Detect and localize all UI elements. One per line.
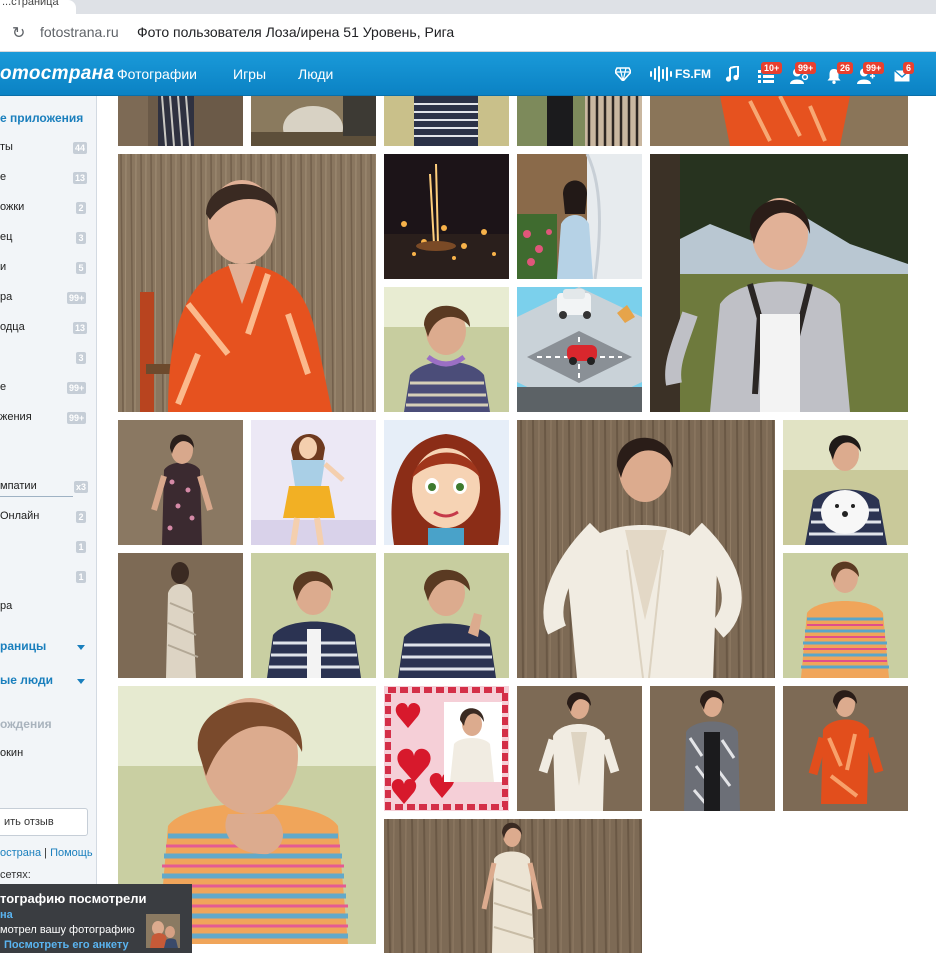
photo-thumbnail[interactable] — [384, 287, 509, 412]
sidebar-count-3: 2 — [76, 202, 86, 214]
music-note-icon[interactable] — [724, 62, 740, 86]
nav-games[interactable]: Игры — [233, 66, 266, 82]
browser-tab-title: ...стрaницa — [2, 0, 59, 8]
sidebar-item-4[interactable]: ец — [0, 231, 12, 243]
photo-thumbnail[interactable] — [384, 553, 509, 678]
photo-thumbnail[interactable] — [650, 96, 908, 146]
sidebar-count-2: 13 — [73, 172, 88, 184]
sidebar-sympathy[interactable]: мпатии — [0, 480, 37, 492]
photo-thumbnail[interactable] — [783, 686, 908, 811]
photo-viewed-toast[interactable]: тографию посмотрели на мотрел вашу фотог… — [0, 884, 192, 953]
photo-thumbnail[interactable] — [650, 686, 775, 811]
sidebar-item-2[interactable]: е — [0, 171, 6, 183]
photo-thumbnail[interactable] — [517, 96, 642, 146]
sidebar-count-7: 13 — [73, 322, 88, 334]
photo-thumbnail[interactable] — [384, 154, 509, 279]
feed-badge: 10+ — [761, 62, 783, 74]
friends-badge: 99+ — [863, 62, 885, 74]
photo-thumbnail[interactable] — [517, 420, 775, 678]
photo-thumbnail[interactable] — [384, 686, 509, 811]
footer-link-fotostrana[interactable]: острана — [0, 847, 41, 859]
sidebar-item-5[interactable]: и — [0, 261, 6, 273]
photo-thumbnail[interactable] — [783, 553, 908, 678]
sidebar-count-4: 3 — [76, 232, 86, 244]
reload-icon[interactable]: ↻ — [12, 23, 25, 43]
nav-photos[interactable]: Фотографии — [117, 66, 197, 82]
footer-separator: | — [44, 847, 48, 859]
sidebar-birthdays: ождения — [0, 717, 52, 731]
photo-thumbnail[interactable] — [384, 420, 509, 545]
guests-badge: 99+ — [795, 62, 817, 74]
photo-thumbnail[interactable] — [517, 686, 642, 811]
sidebar-extra-item[interactable]: ра — [0, 600, 12, 612]
sidebar-item-1[interactable]: ты — [0, 141, 13, 153]
sidebar-item-6[interactable]: ра — [0, 291, 12, 303]
sidebar-count-1: 44 — [73, 142, 88, 154]
browser-tab[interactable]: ...стрaницa — [0, 0, 76, 14]
browser-tab-strip: ...стрaницa — [0, 0, 936, 14]
toast-user-name[interactable]: на — [0, 909, 13, 921]
sidebar-sympathy-underline — [0, 496, 73, 497]
photo-thumbnail[interactable] — [517, 287, 642, 412]
sidebar-item-10[interactable]: жения — [0, 411, 32, 423]
sidebar-count-6: 99+ — [67, 292, 87, 304]
toast-message: мотрел вашу фотографию — [0, 924, 135, 936]
sidebar-count-9: 99+ — [67, 382, 87, 394]
view-profile-link[interactable]: Посмотреть его анкету — [4, 939, 129, 951]
sidebar-sympathy-count: x3 — [74, 481, 89, 493]
photo-thumbnail[interactable] — [118, 154, 376, 412]
photo-thumbnail[interactable] — [650, 154, 908, 412]
photo-thumbnail[interactable] — [251, 420, 376, 545]
notifications-badge: 26 — [837, 62, 854, 74]
site-logo[interactable]: ото­страна — [0, 63, 114, 85]
sidebar-count-10: 99+ — [67, 412, 87, 424]
fsfm-label[interactable]: FS.FM — [675, 67, 711, 81]
sidebar-footer: острана | Помощь — [0, 847, 93, 859]
photo-thumbnail[interactable] — [118, 553, 243, 678]
sidebar-pages[interactable]: раницы — [0, 639, 46, 653]
chevron-down-icon[interactable] — [77, 645, 85, 650]
photo-thumbnail[interactable] — [251, 553, 376, 678]
toast-title: тографию посмотрели — [0, 891, 147, 906]
photo-thumbnail[interactable] — [384, 96, 509, 146]
url-page-title: Фото пользователя Лоза/ирена 51 Уровень,… — [137, 24, 455, 40]
messages-badge: 6 — [903, 62, 915, 74]
sidebar-item-3[interactable]: ожки — [0, 201, 24, 213]
footer-link-help[interactable]: Помощь — [50, 847, 93, 859]
photo-thumbnail[interactable] — [118, 420, 243, 545]
sidebar-item-9[interactable]: е — [0, 381, 6, 393]
sidebar-count-8: 3 — [76, 352, 86, 364]
nav-people[interactable]: Люди — [298, 66, 333, 82]
address-bar[interactable]: ↻ fotostrana.ru Фото пользователя Лоза/и… — [0, 14, 936, 52]
chevron-down-icon[interactable] — [77, 679, 85, 684]
photo-thumbnail[interactable] — [118, 96, 243, 146]
sidebar-section-title[interactable]: е приложения — [0, 111, 83, 125]
toast-photo-thumbnail[interactable] — [146, 914, 180, 948]
sidebar-people[interactable]: ые люди — [0, 673, 53, 687]
photo-thumbnail[interactable] — [251, 96, 376, 146]
sidebar-online[interactable]: Онлайн — [0, 510, 39, 522]
fsfm-wave-icon[interactable] — [648, 62, 674, 86]
browser-window: ...стрaницa ↻ fotostrana.ru Фото пользов… — [0, 0, 936, 953]
photo-thumbnail[interactable] — [384, 819, 642, 953]
sidebar-item-7[interactable]: одца — [0, 321, 25, 333]
diamond-icon[interactable] — [614, 62, 632, 86]
sidebar-online-3-count: 1 — [76, 571, 86, 583]
sidebar-birthday-name[interactable]: окин — [0, 747, 23, 759]
url-domain: fotostrana.ru — [40, 24, 119, 40]
photo-thumbnail[interactable] — [783, 420, 908, 545]
sidebar-count-5: 5 — [76, 262, 86, 274]
leave-review-button[interactable]: ить отзыв — [0, 808, 88, 836]
social-networks-label: сетях: — [0, 869, 31, 881]
photo-thumbnail[interactable] — [517, 154, 642, 279]
sidebar-online-2-count: 1 — [76, 541, 86, 553]
sidebar-online-count: 2 — [76, 511, 86, 523]
